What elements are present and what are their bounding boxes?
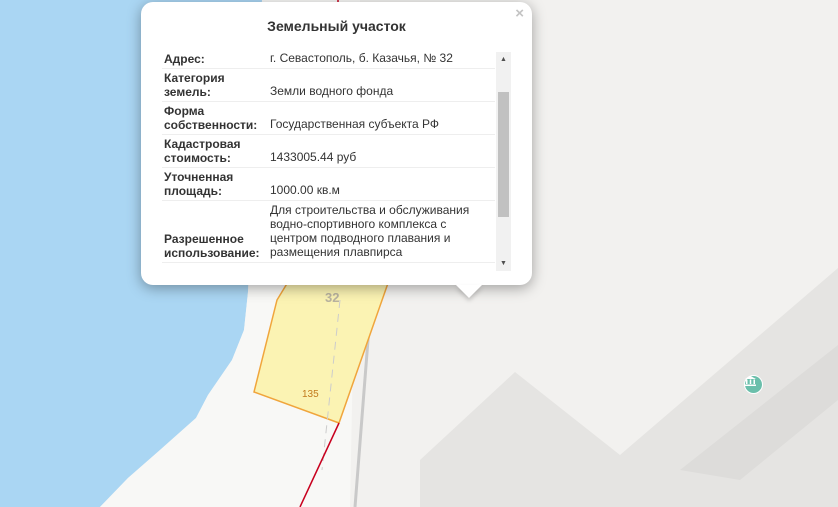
property-key: Кадастровая стоимость: bbox=[162, 134, 266, 168]
popup-tip bbox=[456, 285, 482, 298]
popup-scrollbar[interactable]: ▲ ▼ bbox=[496, 52, 511, 271]
popup-content[interactable]: Адрес: г. Севастополь, б. Казачья, № 32 … bbox=[162, 49, 495, 264]
parcel-sublabel: 135 bbox=[302, 389, 319, 400]
building-shape bbox=[420, 268, 838, 507]
museum-icon[interactable] bbox=[744, 375, 763, 394]
property-value: Государственная субъекта РФ bbox=[266, 101, 495, 135]
property-key: Уточненная площадь: bbox=[162, 167, 266, 201]
property-row: Уточненная площадь: 1000.00 кв.м bbox=[162, 167, 495, 201]
property-row: Форма собственности: Государственная суб… bbox=[162, 101, 495, 135]
parcel-info-popup: × Земельный участок Адрес: г. Севастопол… bbox=[141, 2, 532, 298]
property-value: 1433005.44 руб bbox=[266, 134, 495, 168]
property-key: Категория земель: bbox=[162, 68, 266, 102]
property-key: Адрес: bbox=[162, 49, 266, 69]
properties-table: Адрес: г. Севастополь, б. Казачья, № 32 … bbox=[162, 49, 495, 263]
property-value: Для строительства и обслуживания водно-с… bbox=[266, 200, 495, 263]
property-row: Кадастровая стоимость: 1433005.44 руб bbox=[162, 134, 495, 168]
property-value: 1000.00 кв.м bbox=[266, 167, 495, 201]
scroll-down-icon[interactable]: ▼ bbox=[496, 256, 511, 271]
property-row: Категория земель: Земли водного фонда bbox=[162, 68, 495, 102]
scrollbar-thumb[interactable] bbox=[498, 92, 509, 217]
property-row: Разрешенное использование: Для строитель… bbox=[162, 200, 495, 263]
property-value: Земли водного фонда bbox=[266, 68, 495, 102]
property-key: Разрешенное использование: bbox=[162, 200, 266, 263]
popup-title: Земельный участок bbox=[267, 18, 406, 34]
property-key: Форма собственности: bbox=[162, 101, 266, 135]
parcel-number-label: 32 bbox=[325, 290, 340, 305]
property-row: Адрес: г. Севастополь, б. Казачья, № 32 bbox=[162, 49, 495, 69]
property-value: г. Севастополь, б. Казачья, № 32 bbox=[266, 49, 495, 69]
scroll-up-icon[interactable]: ▲ bbox=[496, 52, 511, 67]
